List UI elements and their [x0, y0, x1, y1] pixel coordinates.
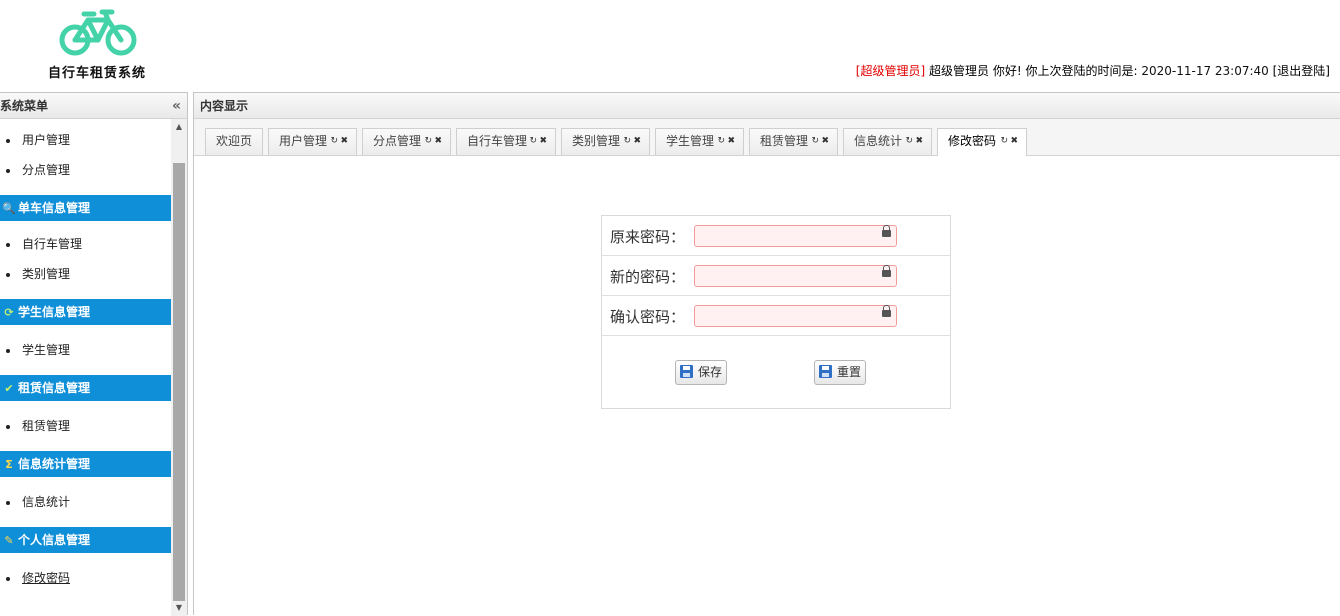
tab-rental-management[interactable]: 租赁管理 ↻ ✖: [749, 128, 838, 155]
content-panel: 内容显示 欢迎页 用户管理 ↻ ✖ 分点管理 ↻ ✖ 自行车管理 ↻ ✖ 类别管理 ↻…: [193, 92, 1340, 615]
refresh-icon[interactable]: ↻: [1000, 129, 1008, 154]
refresh-icon[interactable]: ↻: [717, 129, 725, 154]
last-login-time: 2020-11-17 23:07:40: [1141, 64, 1269, 78]
menu-group-personal-info[interactable]: ✎ 个人信息管理: [0, 527, 171, 553]
form-row-old-password: 原来密码：: [602, 216, 950, 256]
tab-category-management[interactable]: 类别管理 ↻ ✖: [561, 128, 650, 155]
logo-text: 自行车租赁系统: [47, 66, 146, 81]
sidebar-item-bike-management[interactable]: 自行车管理: [6, 229, 171, 259]
scroll-down-icon[interactable]: ▼: [171, 600, 187, 616]
pencil-icon: ✎: [4, 534, 14, 547]
form-row-new-password: 新的密码：: [602, 256, 950, 296]
sidebar-panel: 系统菜单 « 用户管理 分点管理 🔍 单车信息管理 自行车管理 类别管理 ⟳ 学生信…: [0, 92, 188, 616]
sum-icon: Σ: [5, 458, 13, 471]
new-password-field[interactable]: [694, 265, 897, 287]
close-icon[interactable]: ✖: [340, 129, 348, 154]
old-password-field[interactable]: [694, 225, 897, 247]
bicycle-icon: [59, 9, 137, 56]
sidebar-item-statistics[interactable]: 信息统计: [6, 487, 171, 517]
sidebar-title: 系统菜单: [0, 99, 49, 113]
menu-group-0-list: 用户管理 分点管理: [0, 125, 171, 185]
menu-group-statistics[interactable]: Σ 信息统计管理: [0, 451, 171, 477]
logo: 自行车租赁系统: [42, 6, 152, 82]
close-icon[interactable]: ✖: [821, 129, 829, 154]
collapse-icon[interactable]: «: [172, 93, 181, 119]
logout-link[interactable]: [退出登陆]: [1273, 64, 1330, 78]
close-icon[interactable]: ✖: [434, 129, 442, 154]
tab-change-password[interactable]: 修改密码 ↻ ✖: [937, 128, 1027, 156]
scrollbar-thumb[interactable]: [173, 163, 185, 601]
close-icon[interactable]: ✖: [539, 129, 547, 154]
close-icon[interactable]: ✖: [915, 129, 923, 154]
content-title: 内容显示: [200, 99, 249, 113]
sidebar-item-branch-management[interactable]: 分点管理: [6, 155, 171, 185]
lock-icon: [882, 265, 891, 277]
sidebar-item-category-management[interactable]: 类别管理: [6, 259, 171, 289]
refresh-icon[interactable]: ↻: [623, 129, 631, 154]
sidebar-item-user-management[interactable]: 用户管理: [6, 125, 171, 155]
menu-group-statistics-list: 信息统计: [0, 487, 171, 517]
check-icon: ✔: [4, 382, 14, 395]
tabs-bar: 欢迎页 用户管理 ↻ ✖ 分点管理 ↻ ✖ 自行车管理 ↻ ✖ 类别管理 ↻ ✖ 学生管…: [194, 119, 1340, 156]
sidebar-item-rental-management[interactable]: 租赁管理: [6, 411, 171, 441]
tab-statistics[interactable]: 信息统计 ↻ ✖: [843, 128, 932, 155]
menu-group-rental-list: 租赁管理: [0, 411, 171, 441]
sidebar-item-student-management[interactable]: 学生管理: [6, 335, 171, 365]
menu-group-student-list: 学生管理: [0, 335, 171, 365]
save-icon: [819, 365, 832, 378]
tab-bike-management[interactable]: 自行车管理 ↻ ✖: [456, 128, 556, 155]
menu-group-bike-list: 自行车管理 类别管理: [0, 229, 171, 289]
refresh-icon[interactable]: ↻: [529, 129, 537, 154]
refresh-icon: ⟳: [4, 306, 14, 319]
tab-student-management[interactable]: 学生管理 ↻ ✖: [655, 128, 744, 155]
new-password-label: 新的密码：: [610, 268, 686, 286]
lock-icon: [882, 305, 891, 317]
search-icon: 🔍: [2, 202, 16, 215]
confirm-password-label: 确认密码：: [610, 308, 686, 326]
close-icon[interactable]: ✖: [727, 129, 735, 154]
close-icon[interactable]: ✖: [1010, 129, 1018, 154]
user-info: [超级管理员] 超级管理员 你好! 你上次登陆的时间是: 2020-11-17 …: [856, 62, 1330, 79]
content-header: 内容显示: [194, 93, 1340, 119]
sidebar-header: 系统菜单 «: [0, 93, 187, 119]
refresh-icon[interactable]: ↻: [330, 129, 338, 154]
greeting-text: 你好! 你上次登陆的时间是:: [992, 64, 1138, 78]
scroll-up-icon[interactable]: ▲: [171, 119, 187, 135]
close-icon[interactable]: ✖: [633, 129, 641, 154]
refresh-icon[interactable]: ↻: [424, 129, 432, 154]
tab-branch-management[interactable]: 分点管理 ↻ ✖: [362, 128, 451, 155]
sidebar-scrollbar[interactable]: ▲ ▼: [171, 119, 187, 616]
user-name: 超级管理员: [929, 64, 990, 78]
tab-welcome[interactable]: 欢迎页: [205, 128, 263, 155]
menu-group-rental-info[interactable]: ✔ 租赁信息管理: [0, 375, 171, 401]
lock-icon: [882, 225, 891, 237]
refresh-icon[interactable]: ↻: [811, 129, 819, 154]
menu-group-student-info[interactable]: ⟳ 学生信息管理: [0, 299, 171, 325]
confirm-password-field[interactable]: [694, 305, 897, 327]
change-password-form: 原来密码： 新的密码： 确认密码： 保存 重置: [601, 215, 951, 409]
save-button[interactable]: 保存: [675, 360, 728, 385]
menu-group-personal-list: 修改密码: [0, 563, 171, 593]
old-password-label: 原来密码：: [610, 228, 686, 246]
menu-group-bike-info[interactable]: 🔍 单车信息管理: [0, 195, 171, 221]
reset-button[interactable]: 重置: [814, 360, 867, 385]
header: 自行车租赁系统 [超级管理员] 超级管理员 你好! 你上次登陆的时间是: 202…: [0, 0, 1340, 88]
form-row-confirm-password: 确认密码：: [602, 296, 950, 336]
user-role: [超级管理员]: [855, 64, 926, 78]
tab-user-management[interactable]: 用户管理 ↻ ✖: [268, 128, 357, 155]
refresh-icon[interactable]: ↻: [905, 129, 913, 154]
save-icon: [680, 365, 693, 378]
sidebar-item-change-password[interactable]: 修改密码: [6, 563, 171, 593]
sidebar-menu: 用户管理 分点管理 🔍 单车信息管理 自行车管理 类别管理 ⟳ 学生信息管理 学生管…: [0, 119, 171, 616]
